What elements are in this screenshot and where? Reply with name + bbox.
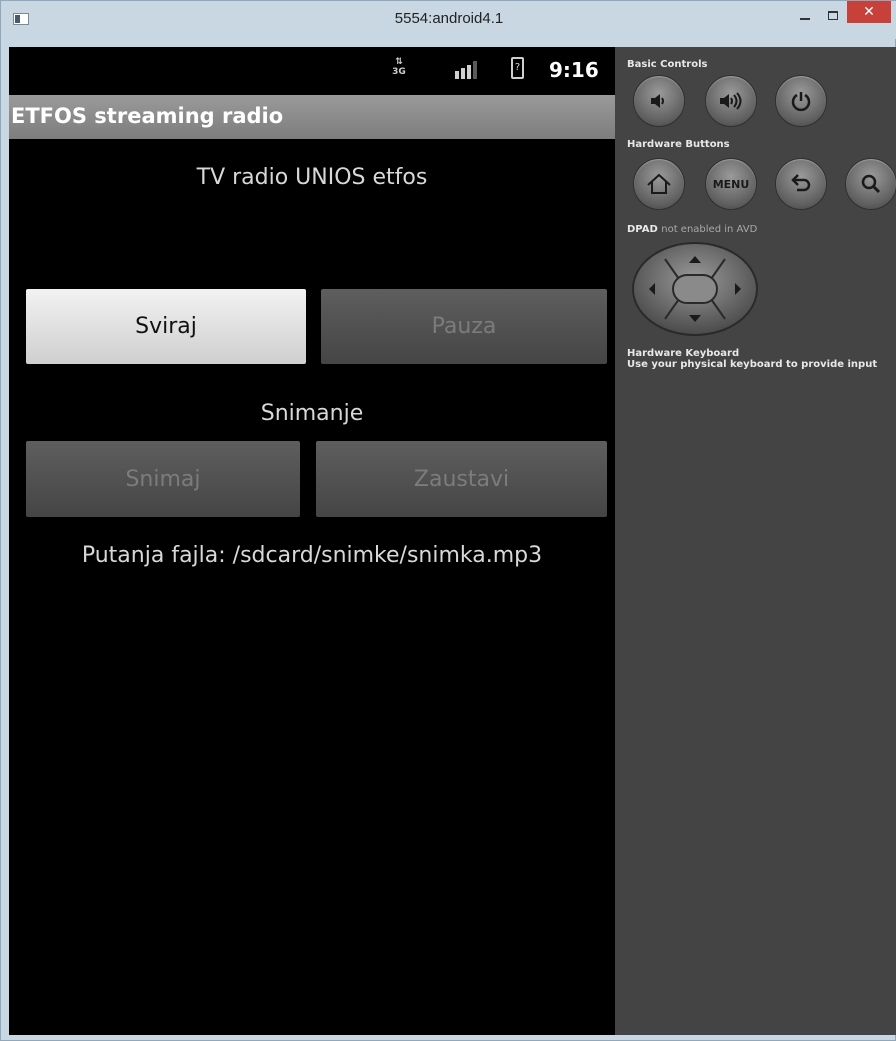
close-button[interactable]: ✕ [847, 1, 891, 23]
minimize-button[interactable] [791, 5, 819, 26]
play-button[interactable]: Sviraj [26, 289, 306, 364]
menu-button[interactable]: MENU [705, 158, 757, 210]
app-title: ETFOS streaming radio [11, 104, 284, 128]
back-icon [791, 174, 811, 192]
dpad-label: DPAD [627, 224, 658, 235]
maximize-button[interactable] [819, 5, 847, 26]
data-network-icon: ⇅ 3G [391, 57, 407, 79]
station-name: TV radio UNIOS etfos [196, 165, 428, 190]
search-icon [861, 174, 881, 194]
volume-up-icon [720, 92, 742, 110]
record-button[interactable]: Snimaj [26, 441, 300, 517]
power-button[interactable] [775, 75, 827, 127]
status-time: 9:16 [549, 58, 599, 82]
close-icon: ✕ [863, 4, 875, 20]
network-type: 3G [392, 67, 406, 77]
file-path-text: Putanja fajla: /sdcard/snimke/snimka.mp3 [81, 543, 543, 568]
home-button[interactable] [633, 158, 685, 210]
keyboard-heading: Hardware Keyboard Use your physical keyb… [627, 348, 877, 370]
stop-button[interactable]: Zaustavi [316, 441, 607, 517]
emulator-controls-panel: Basic Controls Hardware Buttons MENU DPA… [615, 47, 896, 1035]
basic-controls-heading: Basic Controls [627, 59, 708, 70]
hardware-buttons-heading: Hardware Buttons [627, 139, 730, 150]
keyboard-subtitle: Use your physical keyboard to provide in… [627, 359, 878, 370]
status-bar: ⇅ 3G ? 9:16 [9, 47, 615, 95]
recording-heading: Snimanje [260, 401, 364, 426]
volume-down-button[interactable] [633, 75, 685, 127]
volume-up-button[interactable] [705, 75, 757, 127]
title-bar: 5554:android4.1 ✕ [1, 1, 896, 39]
dpad [632, 242, 758, 336]
volume-down-icon [651, 94, 664, 108]
search-button[interactable] [845, 158, 896, 210]
signal-icon [455, 61, 477, 79]
dpad-note: not enabled in AVD [661, 224, 758, 235]
minimize-icon [800, 17, 810, 20]
device-screen: ⇅ 3G ? 9:16 ETFOS streaming radio TV rad… [9, 47, 615, 1035]
pause-button[interactable]: Pauza [321, 289, 607, 364]
home-icon [647, 173, 671, 194]
maximize-icon [828, 11, 838, 20]
back-button[interactable] [775, 158, 827, 210]
data-arrows-icon: ⇅ [395, 57, 403, 67]
keyboard-title: Hardware Keyboard [627, 348, 740, 359]
battery-icon: ? [511, 57, 524, 79]
window-title: 5554:android4.1 [394, 10, 504, 27]
action-bar: ETFOS streaming radio [9, 95, 615, 139]
dpad-heading: DPAD not enabled in AVD [627, 224, 757, 235]
power-icon [791, 92, 811, 112]
emulator-window: 5554:android4.1 ✕ ⇅ 3G ? 9:16 ETFOS stre… [0, 0, 896, 1041]
